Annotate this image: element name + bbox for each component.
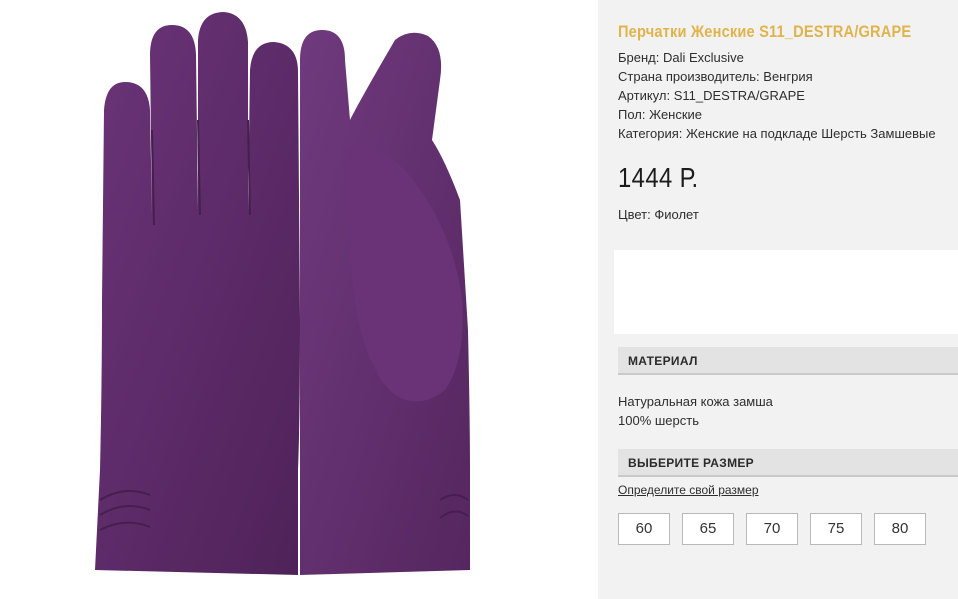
size-option-70[interactable]: 70 xyxy=(746,513,798,545)
material-line: 100% шерсть xyxy=(618,413,699,428)
size-guide-link[interactable]: Определите свой размер xyxy=(618,483,759,497)
size-option-60[interactable]: 60 xyxy=(618,513,670,545)
gender-line: Пол: Женские xyxy=(618,107,703,122)
material-description: Натуральная кожа замша 100% шерсть xyxy=(618,392,773,430)
product-info-panel: Перчатки Женские S11_DESTRA/GRAPE Бренд:… xyxy=(598,0,958,599)
product-title: Перчатки Женские S11_DESTRA/GRAPE xyxy=(618,22,912,41)
category-line: Категория: Женские на подкладе Шерсть За… xyxy=(618,126,936,141)
size-heading: ВЫБЕРИТЕ РАЗМЕР xyxy=(618,449,958,477)
size-option-80[interactable]: 80 xyxy=(874,513,926,545)
size-option-75[interactable]: 75 xyxy=(810,513,862,545)
material-heading: МАТЕРИАЛ xyxy=(618,347,958,375)
product-price: 1444 Р. xyxy=(618,162,699,193)
material-line: Натуральная кожа замша xyxy=(618,394,773,409)
product-properties: Бренд: Dali Exclusive Страна производите… xyxy=(618,48,936,143)
product-image[interactable] xyxy=(0,0,598,599)
brand-line: Бренд: Dali Exclusive xyxy=(618,50,744,65)
country-line: Страна производитель: Венгрия xyxy=(618,69,813,84)
size-options: 60 65 70 75 80 xyxy=(618,513,938,545)
size-option-65[interactable]: 65 xyxy=(682,513,734,545)
gloves-illustration xyxy=(95,12,470,575)
article-line: Артикул: S11_DESTRA/GRAPE xyxy=(618,88,805,103)
blank-panel xyxy=(614,250,958,334)
color-line: Цвет: Фиолет xyxy=(618,207,699,222)
